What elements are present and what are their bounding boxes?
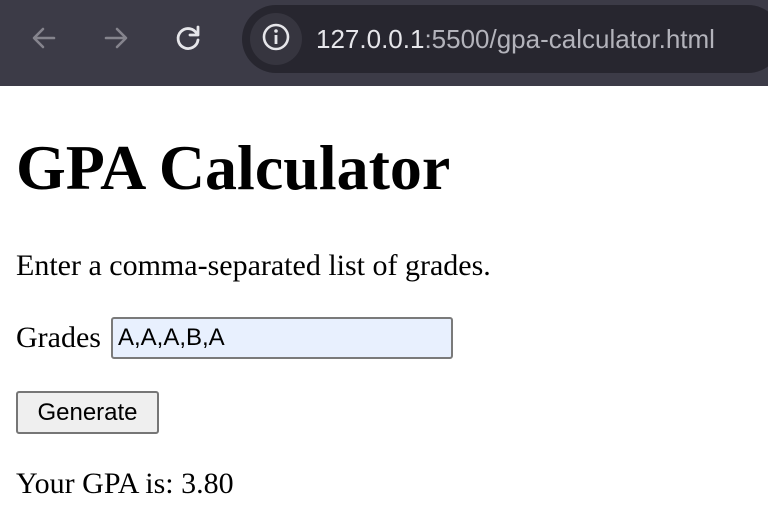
info-icon xyxy=(261,22,291,57)
grades-row: Grades xyxy=(16,316,453,360)
generate-button[interactable]: Generate xyxy=(16,391,159,434)
browser-toolbar: 127.0.0.1:5500/gpa-calculator.html xyxy=(0,0,768,86)
page-title: GPA Calculator xyxy=(16,132,451,203)
url-text: 127.0.0.1:5500/gpa-calculator.html xyxy=(316,22,715,56)
address-bar[interactable]: 127.0.0.1:5500/gpa-calculator.html xyxy=(242,5,768,73)
url-host: 127.0.0.1 xyxy=(316,24,425,54)
back-button[interactable] xyxy=(24,18,64,58)
forward-arrow-icon xyxy=(102,24,130,52)
reload-button[interactable] xyxy=(168,18,208,58)
reload-icon xyxy=(173,23,203,53)
site-info-button[interactable] xyxy=(250,13,302,65)
instructions-text: Enter a comma-separated list of grades. xyxy=(16,249,491,282)
url-path: :5500/gpa-calculator.html xyxy=(424,24,715,54)
back-arrow-icon xyxy=(30,24,58,52)
grades-label: Grades xyxy=(16,321,101,354)
gpa-result: Your GPA is: 3.80 xyxy=(16,467,234,500)
forward-button[interactable] xyxy=(96,18,136,58)
grades-input[interactable] xyxy=(110,317,453,359)
